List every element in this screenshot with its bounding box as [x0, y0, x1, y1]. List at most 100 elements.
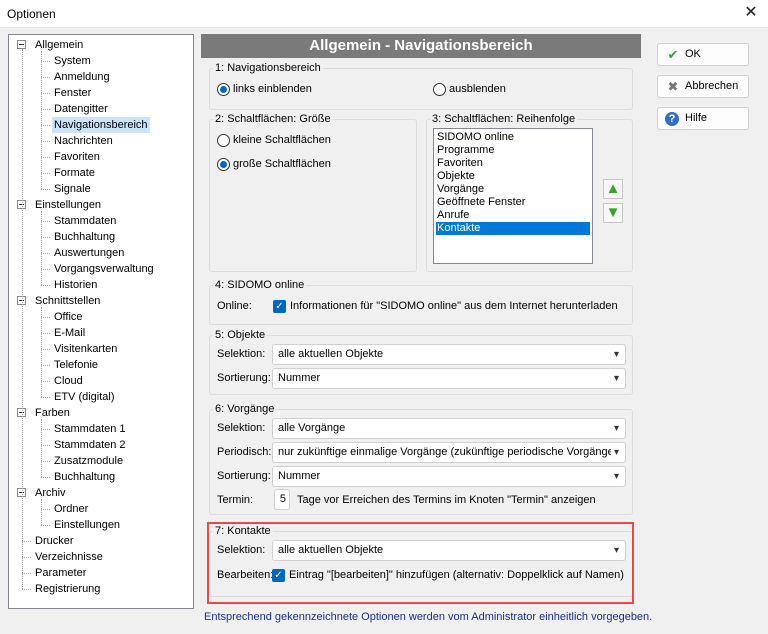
processes-date-label: Termin: [217, 494, 254, 506]
tree-leaf[interactable]: Navigationsbereich [52, 117, 150, 133]
navigation-group-label: 1: Navigationsbereich [213, 62, 323, 74]
tree-node[interactable]: Farben [33, 405, 72, 421]
tree-connector [22, 541, 31, 542]
tree-leaf[interactable]: Buchhaltung [52, 229, 117, 245]
tree-connector [41, 461, 50, 462]
radio-show-left-label[interactable]: links einblenden [233, 83, 312, 95]
tree-leaf[interactable]: Datengitter [52, 101, 110, 117]
list-item[interactable]: Anrufe [436, 209, 590, 222]
objects-sort-select[interactable]: Nummer ▾ [272, 368, 626, 389]
arrow-down-icon[interactable]: ▼ [603, 203, 623, 223]
arrow-up-icon[interactable]: ▲ [603, 179, 623, 199]
tree-node[interactable]: Registrierung [33, 581, 102, 597]
tree-node[interactable]: Verzeichnisse [33, 549, 105, 565]
tree-leaf[interactable]: E-Mail [52, 325, 87, 341]
tree-leaf[interactable]: Einstellungen [52, 517, 122, 533]
sidomo-download-checkbox[interactable]: ✓ [273, 300, 286, 313]
tree-leaf[interactable]: Auswertungen [52, 245, 126, 261]
list-item[interactable]: Geöffnete Fenster [436, 196, 590, 209]
tree-leaf[interactable]: Stammdaten 2 [52, 437, 128, 453]
processes-selection-select[interactable]: alle Vorgänge ▾ [272, 418, 626, 439]
tree-connector [41, 141, 50, 142]
tree-leaf[interactable]: Zusatzmodule [52, 453, 125, 469]
tree-connector [41, 365, 50, 366]
tree-leaf[interactable]: Signale [52, 181, 93, 197]
radio-hide-label[interactable]: ausblenden [449, 83, 506, 95]
radio-small-buttons[interactable] [217, 134, 230, 147]
processes-sort-value: Nummer [278, 470, 321, 482]
objects-selection-select[interactable]: alle aktuellen Objekte ▾ [272, 344, 626, 365]
days-input[interactable]: 5 [274, 489, 290, 510]
tree-node[interactable]: Einstellungen [33, 197, 103, 213]
tree-node[interactable]: Drucker [33, 533, 76, 549]
tree-node[interactable]: Schnittstellen [33, 293, 102, 309]
tree-leaf[interactable]: Vorgangsverwaltung [52, 261, 156, 277]
processes-group-label: 6: Vorgänge [213, 403, 277, 415]
highlight-box [207, 522, 634, 604]
collapse-icon[interactable] [17, 40, 26, 49]
tree-node[interactable]: Archiv [33, 485, 68, 501]
chevron-down-icon: ▾ [610, 345, 619, 364]
tree-connector [41, 285, 50, 286]
close-icon[interactable]: ✕ [738, 3, 764, 25]
cross-icon: ✖ [667, 79, 679, 94]
tree-connector [41, 77, 50, 78]
radio-large-buttons-label[interactable]: große Schaltflächen [233, 158, 331, 170]
chevron-down-icon: ▾ [610, 419, 619, 438]
tree-leaf[interactable]: Fenster [52, 85, 93, 101]
list-item[interactable]: Programme [436, 144, 590, 157]
tree-connector [41, 109, 50, 110]
tree-connector [41, 317, 50, 318]
tree-connector [41, 237, 50, 238]
tree-leaf[interactable]: Nachrichten [52, 133, 115, 149]
options-tree[interactable]: Allgemein System Anmeldung Fenster Datengitt… [8, 34, 194, 609]
radio-show-left[interactable] [217, 83, 230, 96]
processes-selection-value: alle Vorgänge [278, 422, 346, 434]
sidomo-group-label: 4: SIDOMO online [213, 279, 307, 291]
tree-leaf[interactable]: Stammdaten 1 [52, 421, 128, 437]
list-item[interactable]: Vorgänge [436, 183, 590, 196]
help-icon: ? [665, 112, 679, 126]
objects-sort-value: Nummer [278, 372, 321, 384]
list-item[interactable]: Favoriten [436, 157, 590, 170]
tree-leaf[interactable]: Telefonie [52, 357, 100, 373]
tree-connector [41, 51, 42, 189]
tree-leaf[interactable]: Cloud [52, 373, 85, 389]
tree-leaf[interactable]: Buchhaltung [52, 469, 117, 485]
tree-leaf[interactable]: Stammdaten [52, 213, 118, 229]
ok-button-label: OK [685, 48, 701, 60]
tree-leaf[interactable]: Anmeldung [52, 69, 112, 85]
tree-connector [41, 333, 50, 334]
tree-node[interactable]: Parameter [33, 565, 88, 581]
radio-hide[interactable] [433, 83, 446, 96]
tree-leaf[interactable]: Favoriten [52, 149, 102, 165]
list-item-selected[interactable]: Kontakte [436, 222, 590, 235]
list-item[interactable]: Objekte [436, 170, 590, 183]
help-button[interactable]: ? Hilfe [657, 107, 749, 130]
processes-periodic-select[interactable]: nur zukünftige einmalige Vorgänge (zukün… [272, 442, 626, 463]
tree-leaf[interactable]: System [52, 53, 93, 69]
tree-connector [41, 173, 50, 174]
sidomo-download-label[interactable]: Informationen für "SIDOMO online" aus de… [290, 300, 618, 312]
tree-leaf[interactable]: Historien [52, 277, 99, 293]
title-bar [0, 0, 768, 28]
tree-leaf[interactable]: Ordner [52, 501, 90, 517]
radio-large-buttons[interactable] [217, 158, 230, 171]
processes-sort-select[interactable]: Nummer ▾ [272, 466, 626, 487]
tree-leaf[interactable]: Formate [52, 165, 97, 181]
cancel-button[interactable]: ✖ Abbrechen [657, 75, 749, 98]
tree-leaf[interactable]: ETV (digital) [52, 389, 117, 405]
order-listbox[interactable]: SIDOMO online Programme Favoriten Objekt… [433, 128, 593, 264]
ok-button[interactable]: ✔ OK [657, 43, 749, 66]
tree-leaf[interactable]: Visitenkarten [52, 341, 119, 357]
order-group-label: 3: Schaltflächen: Reihenfolge [430, 113, 578, 125]
list-item[interactable]: SIDOMO online [436, 131, 590, 144]
tree-connector [41, 125, 50, 126]
objects-selection-label: Selektion: [217, 348, 266, 360]
radio-small-buttons-label[interactable]: kleine Schaltflächen [233, 134, 331, 146]
window-title: Optionen [7, 7, 56, 21]
chevron-down-icon: ▾ [610, 443, 619, 462]
tree-connector [22, 589, 31, 590]
processes-periodic-value: nur zukünftige einmalige Vorgänge (zukün… [278, 446, 620, 458]
tree-leaf[interactable]: Office [52, 309, 85, 325]
